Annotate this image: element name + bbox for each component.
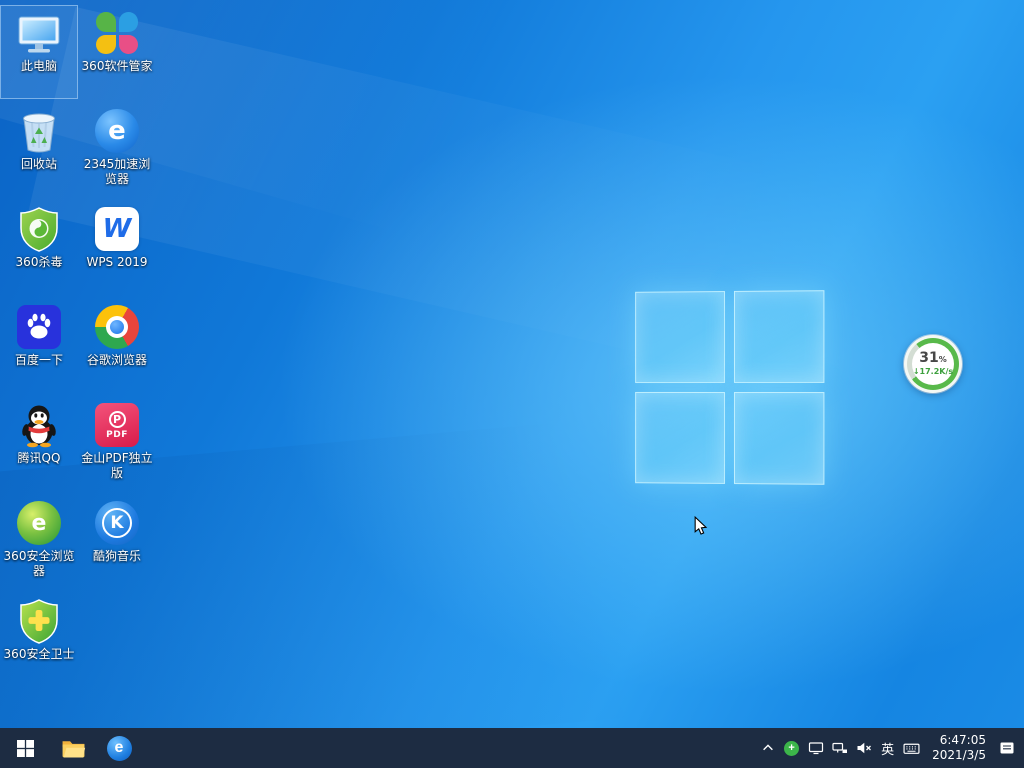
desktop-icon-label: 酷狗音乐 [93,549,141,564]
progress-percent: 31% [919,351,947,367]
windows-logo-pane [635,291,724,383]
desktop-icon-wps-2019[interactable]: W WPS 2019 [79,202,155,294]
desktop-screen: 此电脑 回收站 [0,0,1024,768]
download-speed: ↓17.2K/s [913,367,953,377]
desktop-icon-label: 360安全卫士 [4,647,75,662]
tray-volume-muted-icon[interactable] [852,728,875,768]
pdf-icon: P PDF [93,401,141,449]
ethernet-network-icon [832,740,848,756]
desktop-icon-label: WPS 2019 [86,255,147,270]
desktop-icon-label: 回收站 [21,157,57,172]
monitor-icon [808,740,824,756]
pinwheel-petal [96,12,116,32]
hidden-icons-chevron[interactable] [756,728,779,768]
progress-ring: 31% ↓17.2K/s [907,338,959,390]
desktop-icon-label: 金山PDF独立版 [79,451,155,481]
taskbar: e + [0,728,1024,768]
chrome-icon [93,303,141,351]
pinwheel-petal [119,35,139,55]
browser-e-glyph: e [17,501,61,545]
desktop-icon-360-safety-guard[interactable]: 360安全卫士 [1,594,77,686]
desktop-icon-label: 此电脑 [21,59,57,74]
360-guard-shield-icon [15,597,63,645]
pdf-label-glyph: PDF [106,430,128,440]
taskbar-file-explorer-button[interactable] [50,728,96,768]
kugou-k-glyph: K [95,501,139,545]
system-tray: + 英 [756,728,1024,768]
float-ball-core: 31% ↓17.2K/s [912,343,954,385]
speaker-mute-icon [856,740,872,756]
360-antivirus-icon [15,205,63,253]
wps-w-glyph: W [103,214,132,244]
tray-ime-indicator[interactable]: 英 [876,728,899,768]
download-float-ball[interactable]: 31% ↓17.2K/s [904,335,962,393]
windows-logo-pane [733,290,824,383]
desktop-icon-tencent-qq[interactable]: 腾讯QQ [1,398,77,490]
tray-network-icon[interactable] [828,728,851,768]
folder-icon [61,736,86,761]
desktop-icon-label: 360杀毒 [16,255,63,270]
2345-browser-icon: e [93,107,141,155]
360-browser-icon: e [15,499,63,547]
notification-icon [999,740,1015,756]
light-beam [28,7,991,423]
tray-360-speed-icon[interactable]: + [780,728,803,768]
taskbar-left: e [0,728,142,768]
start-button[interactable] [0,728,50,768]
browser-icon: e [107,736,132,761]
desktop-icon-column-2: 360软件管家 e 2345加速浏览器 W WPS 2019 谷歌浏览器 P [79,6,155,588]
desktop-icon-label: 360安全浏览器 [1,549,77,579]
desktop-icon-baidu[interactable]: 百度一下 [1,300,77,392]
desktop-icon-360-software-manager[interactable]: 360软件管家 [79,6,155,98]
desktop-icon-label: 360软件管家 [82,59,153,74]
windows-logo-pane [733,392,824,485]
desktop-icon-this-pc[interactable]: 此电脑 [1,6,77,98]
baidu-icon [15,303,63,351]
desktop-icon-kingsoft-pdf[interactable]: P PDF 金山PDF独立版 [79,398,155,490]
pdf-p-glyph: P [109,411,126,428]
desktop-icon-label: 腾讯QQ [18,451,61,466]
clock-time: 6:47:05 [940,733,986,748]
windows-logo-pane [635,392,724,484]
kugou-icon: K [93,499,141,547]
clock-date: 2021/3/5 [932,748,986,763]
desktop-icon-360-secure-browser[interactable]: e 360安全浏览器 [1,496,77,588]
tray-display-icon[interactable] [804,728,827,768]
desktop-icon-kugou-music[interactable]: K 酷狗音乐 [79,496,155,588]
taskbar-clock[interactable]: 6:47:05 2021/3/5 [924,733,994,763]
action-center-button[interactable] [995,728,1018,768]
pinwheel-icon [93,9,141,57]
desktop-icon-column-1: 此电脑 回收站 [1,6,77,686]
taskbar-browser-button[interactable]: e [96,728,142,768]
desktop-icon-label: 百度一下 [15,353,63,368]
windows-start-icon [17,740,34,757]
pinwheel-petal [96,35,116,55]
desktop-icon-google-chrome[interactable]: 谷歌浏览器 [79,300,155,392]
desktop-icon-recycle-bin[interactable]: 回收站 [1,104,77,196]
keyboard-icon [903,740,920,757]
qq-penguin-icon [15,401,63,449]
desktop-icon-label: 2345加速浏览器 [79,157,155,187]
tray-touch-keyboard[interactable] [900,728,923,768]
recycle-bin-icon [15,107,63,155]
wps-icon: W [93,205,141,253]
desktop-icon-360-antivirus[interactable]: 360杀毒 [1,202,77,294]
ime-language-label: 英 [881,739,894,758]
desktop-icon-2345-browser[interactable]: e 2345加速浏览器 [79,104,155,196]
this-pc-icon [15,9,63,57]
green-circle-icon: + [784,741,799,756]
browser-e-glyph: e [95,109,139,153]
desktop-icon-label: 谷歌浏览器 [87,353,147,368]
pinwheel-petal [119,12,139,32]
windows-logo [635,290,824,485]
chevron-up-icon [761,741,775,755]
